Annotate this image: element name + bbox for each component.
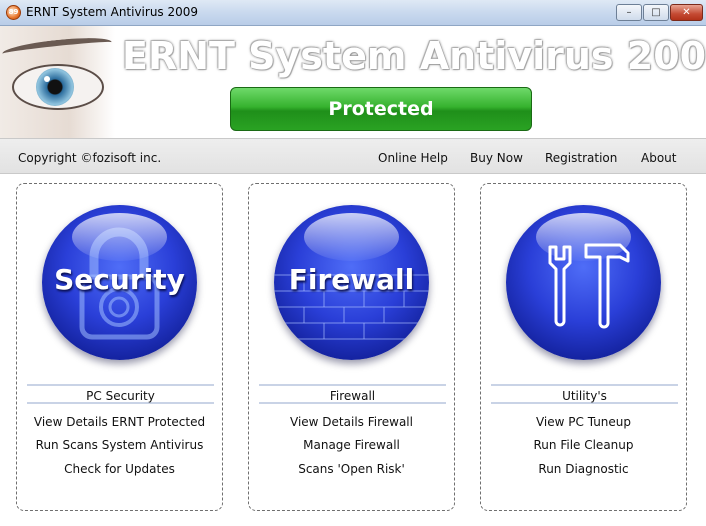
security-orb-label: Security	[54, 263, 185, 296]
app-title: ERNT System Antivirus 2009	[122, 34, 706, 78]
minimize-button[interactable]: –	[616, 4, 642, 21]
utility-orb-button[interactable]	[506, 205, 661, 360]
run-diagnostic-link[interactable]: Run Diagnostic	[481, 462, 686, 476]
check-updates-link[interactable]: Check for Updates	[17, 462, 222, 476]
protection-status-button[interactable]: Protected	[230, 87, 532, 131]
window-title: ERNT System Antivirus 2009	[26, 5, 199, 19]
firewall-title: Firewall	[259, 384, 446, 404]
menu-bar: Copyright ©fozisoft inc. Online Help Buy…	[0, 138, 706, 174]
utility-panel: Utility's View PC Tuneup Run File Cleanu…	[480, 183, 687, 511]
utility-title: Utility's	[491, 384, 678, 404]
header-banner: ERNT System Antivirus 2009 Protected	[0, 26, 706, 138]
firewall-panel: Firewall Firewall View Details Firewall …	[248, 183, 455, 511]
run-scans-link[interactable]: Run Scans System Antivirus	[17, 438, 222, 452]
copyright-text: Copyright ©fozisoft inc.	[18, 151, 162, 165]
pc-security-panel: Security PC Security View Details ERNT P…	[16, 183, 223, 511]
view-details-protected-link[interactable]: View Details ERNT Protected	[17, 415, 222, 429]
run-file-cleanup-link[interactable]: Run File Cleanup	[481, 438, 686, 452]
close-button[interactable]: ✕	[670, 4, 703, 21]
pc-security-title: PC Security	[27, 384, 214, 404]
maximize-button[interactable]: □	[643, 4, 669, 21]
firewall-orb-button[interactable]: Firewall	[274, 205, 429, 360]
online-help-link[interactable]: Online Help	[378, 151, 448, 165]
about-link[interactable]: About	[641, 151, 676, 165]
app-icon: 89	[6, 5, 21, 20]
firewall-orb-label: Firewall	[288, 263, 415, 296]
registration-link[interactable]: Registration	[545, 151, 617, 165]
manage-firewall-link[interactable]: Manage Firewall	[249, 438, 454, 452]
eye-logo-image	[0, 26, 115, 138]
buy-now-link[interactable]: Buy Now	[470, 151, 523, 165]
wrench-hammer-icon	[548, 243, 630, 329]
view-details-firewall-link[interactable]: View Details Firewall	[249, 415, 454, 429]
view-pc-tuneup-link[interactable]: View PC Tuneup	[481, 415, 686, 429]
title-bar: 89 ERNT System Antivirus 2009 – □ ✕	[0, 0, 706, 26]
security-orb-button[interactable]: Security	[42, 205, 197, 360]
scans-open-risk-link[interactable]: Scans 'Open Risk'	[249, 462, 454, 476]
